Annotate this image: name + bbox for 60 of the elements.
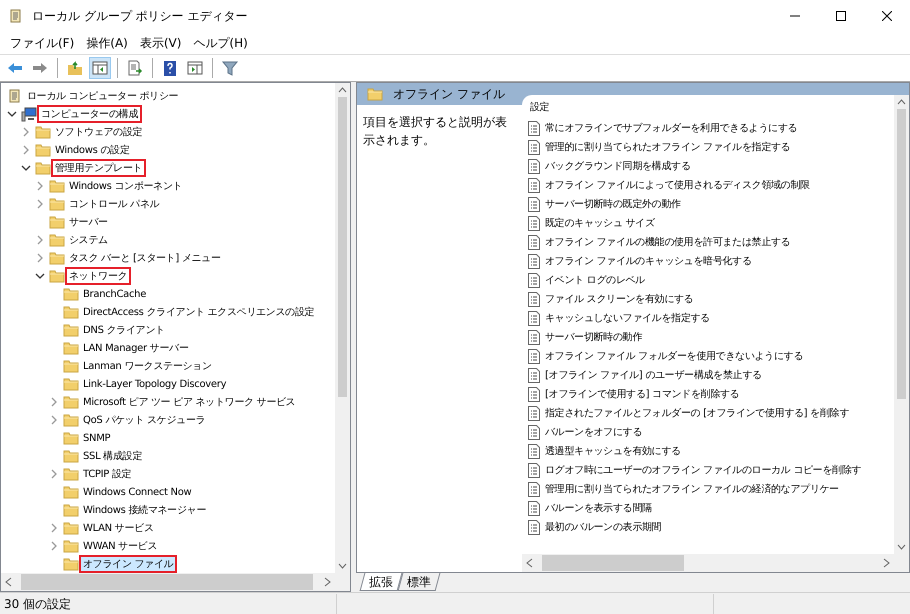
pane-title: オフライン ファイル <box>393 86 505 103</box>
tree-item[interactable]: WWAN サービス <box>79 537 162 555</box>
tree-item[interactable]: Windows Connect Now <box>79 483 196 501</box>
menu-item[interactable]: ヘルプ(H) <box>187 34 254 52</box>
tree-item[interactable]: タスク バーと [スタート] メニュー <box>65 249 225 267</box>
setting-item[interactable]: ログオフ時にユーザーのオフライン ファイルのローカル コピーを削除す <box>545 463 862 478</box>
tree-item[interactable]: TCPIP 設定 <box>79 465 136 483</box>
setting-item[interactable]: 管理用に割り当てられたオフライン ファイルの経済的なアプリケー <box>545 482 839 497</box>
tree-item[interactable]: Microsoft ピア ツー ピア ネットワーク サービス <box>79 393 300 411</box>
tree-item[interactable]: QoS パケット スケジューラ <box>79 411 210 429</box>
setting-item[interactable]: オフライン ファイルのキャッシュを暗号化する <box>545 254 752 269</box>
menu-item[interactable]: 操作(A) <box>80 34 134 52</box>
setting-item[interactable]: バックグラウンド同期を構成する <box>545 159 691 174</box>
menu-item[interactable]: 表示(V) <box>134 34 188 52</box>
setting-item[interactable]: バルーンを表示する間隔 <box>545 501 652 516</box>
tree-item[interactable]: Windows の設定 <box>51 141 134 159</box>
tree-item[interactable]: ソフトウェアの設定 <box>51 123 146 141</box>
window-title: ローカル グループ ポリシー エディター <box>32 8 248 25</box>
setting-item[interactable]: イベント ログのレベル <box>545 273 645 288</box>
tree-item[interactable]: Windows コンポーネント <box>65 177 186 195</box>
tree-item[interactable]: Link-Layer Topology Discovery <box>79 375 230 393</box>
tree-item[interactable]: ローカル コンピューター ポリシー <box>23 87 182 105</box>
description-text: 項目を選択すると説明が表示されます。 <box>362 114 508 149</box>
tree-item[interactable]: オフライン ファイル <box>79 555 178 573</box>
tree-item[interactable]: LAN Manager サーバー <box>79 339 193 357</box>
menu-item[interactable]: ファイル(F) <box>4 34 80 52</box>
tree-item[interactable]: DNS クライアント <box>79 321 169 339</box>
setting-item[interactable]: ファイル スクリーンを有効にする <box>545 292 694 307</box>
setting-item[interactable]: キャッシュしないファイルを指定する <box>545 311 710 326</box>
setting-item[interactable]: サーバー切断時の動作 <box>545 330 642 345</box>
tab[interactable]: 拡張 <box>360 573 402 591</box>
tree-item[interactable]: DirectAccess クライアント エクスペリエンスの設定 <box>79 303 318 321</box>
column-header[interactable]: 設定 <box>528 95 894 119</box>
tree-item[interactable]: ネットワーク <box>65 267 132 285</box>
setting-item[interactable]: 最初のバルーンの表示期間 <box>545 520 662 535</box>
tree-item[interactable]: SNMP <box>79 429 114 447</box>
tab[interactable]: 標準 <box>398 573 440 591</box>
setting-item[interactable]: バルーンをオフにする <box>545 425 642 440</box>
tree-item[interactable]: システム <box>65 231 112 249</box>
setting-item[interactable]: [オフラインで使用する] コマンドを削除する <box>545 387 740 402</box>
tree-item[interactable]: サーバー <box>65 213 112 231</box>
setting-item[interactable]: 指定されたファイルとフォルダーの [オフラインで使用する] を削除す <box>545 406 849 421</box>
tree-item[interactable]: 管理用テンプレート <box>51 159 146 177</box>
tree-item[interactable]: Lanman ワークステーション <box>79 357 216 375</box>
setting-item[interactable]: [オフライン ファイル] のユーザー構成を禁止する <box>545 368 762 383</box>
setting-item[interactable]: 既定のキャッシュ サイズ <box>545 216 655 231</box>
setting-item[interactable]: 管理的に割り当てられたオフライン ファイルを指定する <box>545 140 790 155</box>
tree-item[interactable]: WLAN サービス <box>79 519 158 537</box>
setting-item[interactable]: オフライン ファイルの機能の使用を許可または禁止する <box>545 235 790 250</box>
setting-item[interactable]: 常にオフラインでサブフォルダーを利用できるようにする <box>545 121 798 136</box>
setting-item[interactable]: 透過型キャッシュを有効にする <box>545 444 681 459</box>
setting-item[interactable]: オフライン ファイル フォルダーを使用できないようにする <box>545 349 803 364</box>
tree-item[interactable]: Windows 接続マネージャー <box>79 501 210 519</box>
tree-item[interactable]: コンピューターの構成 <box>37 105 142 123</box>
tree-item[interactable]: コントロール パネル <box>65 195 164 213</box>
setting-item[interactable]: オフライン ファイルによって使用されるディスク領域の制限 <box>545 178 810 193</box>
tree-item[interactable]: BranchCache <box>79 285 150 303</box>
setting-item[interactable]: サーバー切断時の既定外の動作 <box>545 197 681 212</box>
status-text: 30 個の設定 <box>3 596 72 612</box>
tree-item[interactable]: SSL 構成設定 <box>79 447 146 465</box>
